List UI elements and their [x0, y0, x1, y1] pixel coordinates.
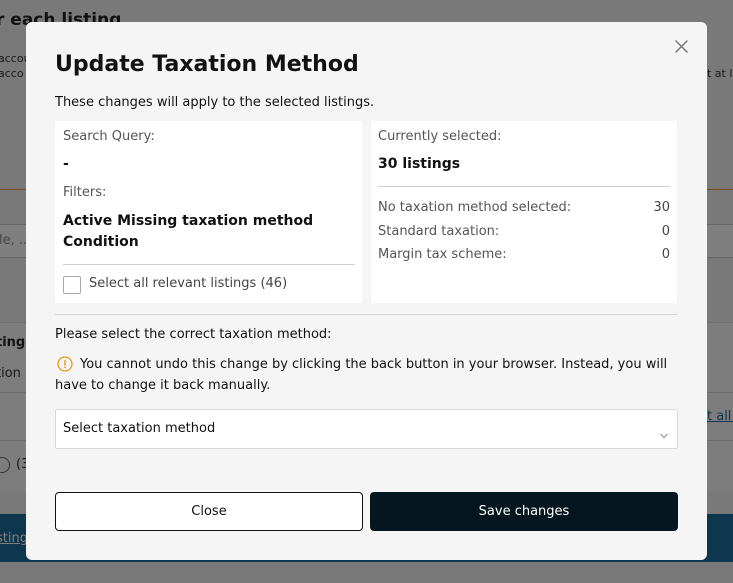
- summary-row-label: No taxation method selected:: [378, 200, 572, 215]
- close-button[interactable]: Close: [55, 492, 363, 531]
- filters-value: Active Missing taxation method Condition: [63, 213, 314, 250]
- modal-subtitle: These changes will apply to the selected…: [55, 95, 375, 110]
- select-all-label[interactable]: Select all relevant listings (46): [89, 276, 287, 291]
- panel-divider: [63, 264, 355, 265]
- selection-summary-panel: Currently selected: 30 listings No taxat…: [371, 121, 677, 303]
- summary-row-label: Margin tax scheme:: [378, 247, 507, 262]
- update-taxation-modal: Update Taxation Method These changes wil…: [26, 22, 707, 560]
- selection-criteria-panel: Search Query: - Filters: Active Missing …: [55, 121, 362, 303]
- close-icon[interactable]: [671, 36, 693, 58]
- taxation-prompt: Please select the correct taxation metho…: [55, 327, 332, 342]
- undo-warning-text: You cannot undo this change by clicking …: [55, 357, 668, 393]
- currently-selected-value: 30 listings: [378, 156, 461, 172]
- panel-divider: [378, 186, 670, 187]
- select-all-checkbox[interactable]: [63, 276, 81, 294]
- section-divider: [55, 314, 677, 315]
- filters-label: Filters:: [63, 185, 107, 200]
- search-query-label: Search Query:: [63, 129, 155, 144]
- summary-row-count: 0: [661, 224, 670, 239]
- modal-title: Update Taxation Method: [55, 52, 359, 77]
- chevron-down-icon: [659, 425, 669, 439]
- summary-row-label: Standard taxation:: [378, 224, 500, 239]
- summary-row-count: 0: [661, 247, 670, 262]
- taxation-method-select[interactable]: Select taxation method: [55, 409, 678, 449]
- select-placeholder: Select taxation method: [63, 421, 216, 436]
- search-query-value: -: [63, 156, 69, 172]
- save-changes-button[interactable]: Save changes: [370, 492, 678, 531]
- currently-selected-label: Currently selected:: [378, 129, 502, 144]
- summary-row-count: 30: [653, 200, 670, 215]
